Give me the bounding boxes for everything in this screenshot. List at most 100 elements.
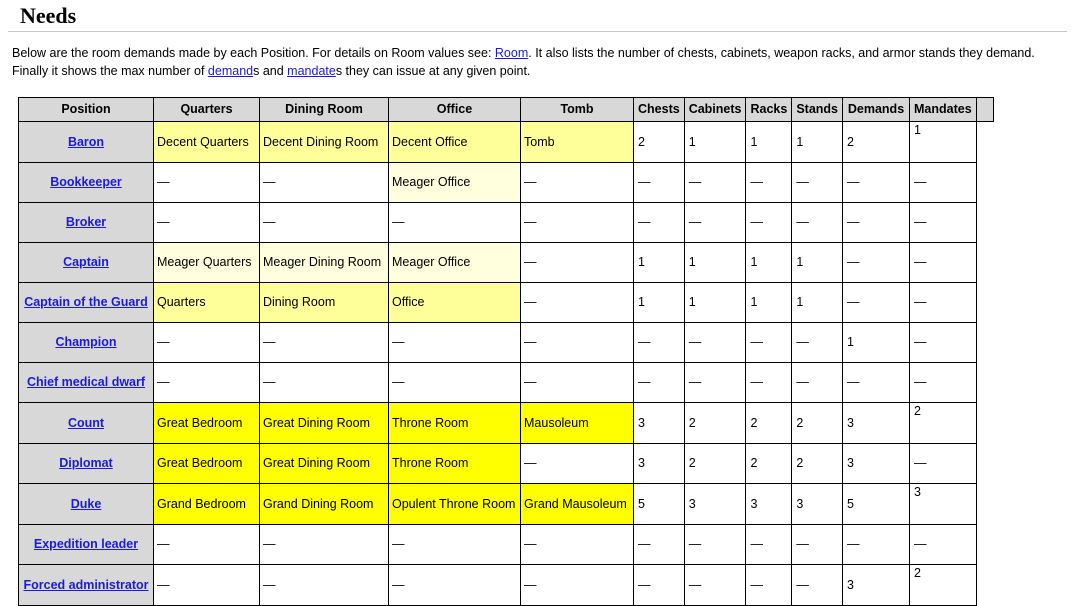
cell-demands: — [843, 242, 910, 282]
column-header-tomb[interactable]: Tomb [521, 97, 634, 121]
column-header-stands[interactable]: Stands [792, 97, 843, 121]
cell-cabinets: 1 [684, 282, 746, 322]
title-divider [8, 31, 1067, 33]
position-link[interactable]: Diplomat [59, 456, 112, 470]
column-header-position[interactable]: Position [19, 97, 154, 121]
cell-chests: — [634, 162, 685, 202]
position-link[interactable]: Baron [68, 135, 104, 149]
cell-position: Chief medical dwarf [19, 362, 154, 402]
room-link[interactable]: Room [495, 46, 528, 60]
column-header-chests[interactable]: Chests [634, 97, 685, 121]
column-header-dining-room[interactable]: Dining Room [260, 97, 389, 121]
cell-dining-room: — [260, 322, 389, 362]
cell-spacer [976, 322, 993, 362]
cell-quarters: Decent Quarters [154, 121, 260, 162]
table-row: DukeGrand BedroomGrand Dining RoomOpulen… [19, 483, 994, 524]
cell-stands: — [792, 564, 843, 605]
column-header-quarters[interactable]: Quarters [154, 97, 260, 121]
cell-mandates: — [910, 242, 977, 282]
cell-demands: — [843, 162, 910, 202]
cell-quarters: Great Bedroom [154, 402, 260, 443]
cell-chests: — [634, 524, 685, 564]
cell-tomb: — [521, 524, 634, 564]
cell-cabinets: 1 [684, 121, 746, 162]
cell-cabinets: — [684, 564, 746, 605]
cell-office: Opulent Throne Room [389, 483, 521, 524]
cell-quarters: Grand Bedroom [154, 483, 260, 524]
cell-stands: 2 [792, 402, 843, 443]
cell-mandates: 3 [910, 483, 977, 524]
needs-table: Position Quarters Dining Room Office Tom… [18, 97, 994, 606]
cell-tomb: — [521, 564, 634, 605]
cell-racks: — [746, 524, 792, 564]
cell-mandates: — [910, 443, 977, 483]
position-link[interactable]: Expedition leader [34, 537, 138, 551]
cell-spacer [976, 483, 993, 524]
cell-racks: 2 [746, 443, 792, 483]
cell-demands: 3 [843, 402, 910, 443]
cell-tomb: — [521, 242, 634, 282]
cell-position: Champion [19, 322, 154, 362]
cell-quarters: — [154, 524, 260, 564]
cell-cabinets: — [684, 162, 746, 202]
cell-racks: 2 [746, 402, 792, 443]
column-header-cabinets[interactable]: Cabinets [684, 97, 746, 121]
column-header-office[interactable]: Office [389, 97, 521, 121]
cell-cabinets: 2 [684, 443, 746, 483]
cell-racks: 1 [746, 282, 792, 322]
column-header-mandates[interactable]: Mandates [910, 97, 977, 121]
cell-chests: 3 [634, 402, 685, 443]
cell-stands: 1 [792, 242, 843, 282]
cell-demands: 2 [843, 121, 910, 162]
cell-office: — [389, 524, 521, 564]
cell-chests: 3 [634, 443, 685, 483]
position-link[interactable]: Duke [71, 497, 102, 511]
column-header-racks[interactable]: Racks [746, 97, 792, 121]
position-link[interactable]: Broker [66, 215, 106, 229]
cell-office: Office [389, 282, 521, 322]
cell-mandates: 2 [910, 564, 977, 605]
position-link[interactable]: Bookkeeper [50, 175, 122, 189]
table-row: Expedition leader—————————— [19, 524, 994, 564]
cell-office: Meager Office [389, 162, 521, 202]
column-header-spacer [976, 97, 993, 121]
position-link[interactable]: Count [68, 416, 104, 430]
cell-quarters: Quarters [154, 282, 260, 322]
table-row: Bookkeeper——Meager Office——————— [19, 162, 994, 202]
cell-racks: 1 [746, 121, 792, 162]
cell-mandates: — [910, 362, 977, 402]
cell-racks: — [746, 162, 792, 202]
cell-spacer [976, 242, 993, 282]
position-link[interactable]: Chief medical dwarf [27, 375, 145, 389]
cell-chests: 1 [634, 282, 685, 322]
position-link[interactable]: Forced administrator [23, 578, 148, 592]
cell-mandates: 1 [910, 121, 977, 162]
table-row: CaptainMeager QuartersMeager Dining Room… [19, 242, 994, 282]
demand-link[interactable]: demand [208, 64, 253, 78]
column-header-demands[interactable]: Demands [843, 97, 910, 121]
table-row: Broker—————————— [19, 202, 994, 242]
cell-quarters: — [154, 362, 260, 402]
cell-mandates: — [910, 202, 977, 242]
cell-spacer [976, 162, 993, 202]
position-link[interactable]: Captain of the Guard [24, 295, 148, 309]
cell-cabinets: — [684, 362, 746, 402]
cell-spacer [976, 443, 993, 483]
table-header: Position Quarters Dining Room Office Tom… [19, 97, 994, 121]
cell-tomb: — [521, 282, 634, 322]
cell-office: — [389, 362, 521, 402]
position-link[interactable]: Champion [55, 335, 116, 349]
cell-office: — [389, 202, 521, 242]
cell-office: Throne Room [389, 443, 521, 483]
cell-dining-room: Decent Dining Room [260, 121, 389, 162]
cell-mandates: — [910, 282, 977, 322]
position-link[interactable]: Captain [63, 255, 109, 269]
cell-stands: 3 [792, 483, 843, 524]
cell-stands: 1 [792, 282, 843, 322]
cell-chests: 2 [634, 121, 685, 162]
cell-dining-room: Great Dining Room [260, 402, 389, 443]
cell-quarters: — [154, 322, 260, 362]
cell-tomb: Mausoleum [521, 402, 634, 443]
mandate-link[interactable]: mandate [287, 64, 336, 78]
intro-text-segment-3: s and [253, 64, 287, 78]
